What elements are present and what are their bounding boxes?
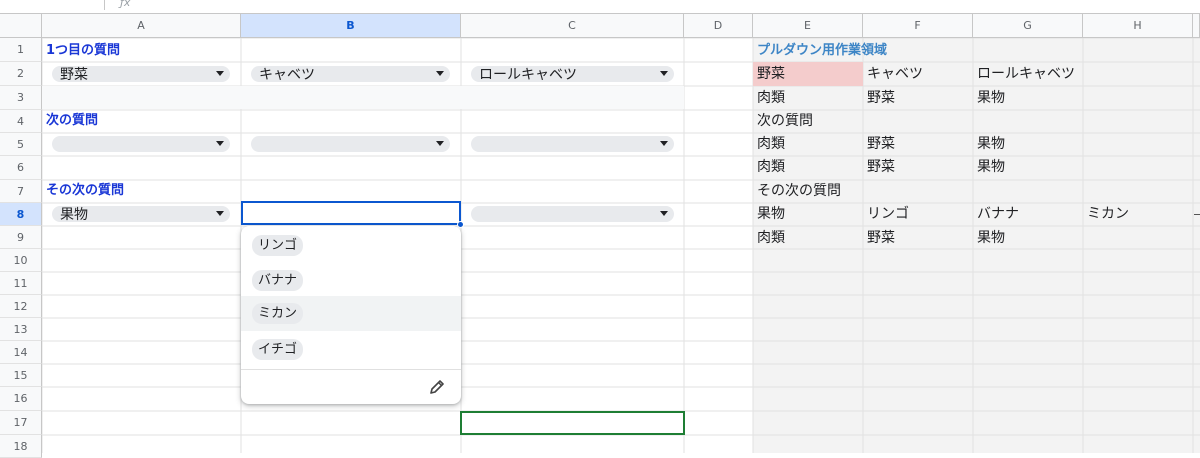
select-all-corner[interactable]: [0, 14, 42, 38]
work-cell-f3: 野菜: [867, 90, 895, 106]
chevron-down-icon: [216, 141, 224, 146]
work-cell-f2: キャベツ: [867, 66, 923, 82]
dropdown-c2-value: ロールキャベツ: [479, 67, 577, 83]
column-header-c[interactable]: C: [461, 14, 684, 38]
menu-option-apple[interactable]: リンゴ: [241, 228, 461, 263]
column-header-g[interactable]: G: [973, 14, 1083, 38]
dropdown-a8-value: 果物: [60, 207, 88, 223]
row-header-3[interactable]: 3: [0, 86, 42, 110]
chevron-down-icon: [436, 141, 444, 146]
work-cell-e6: 肉類: [757, 159, 785, 175]
work-cell-f6: 野菜: [867, 159, 895, 175]
pencil-icon[interactable]: [428, 378, 446, 396]
menu-option-strawberry[interactable]: イチゴ: [241, 332, 461, 367]
row-header-8[interactable]: 8: [0, 203, 42, 226]
highlighted-cell-c17[interactable]: [460, 411, 685, 435]
work-cell-e2: 野菜: [757, 66, 785, 82]
chevron-down-icon: [436, 71, 444, 76]
work-cell-e7: その次の質問: [757, 183, 841, 199]
menu-option-banana[interactable]: バナナ: [241, 263, 461, 298]
work-cell-h8: ミカン: [1087, 206, 1129, 222]
work-cell-g9: 果物: [977, 230, 1005, 246]
dropdown-a8[interactable]: 果物: [52, 206, 230, 223]
row-header-1[interactable]: 1: [0, 38, 42, 62]
heading-q3: その次の質問: [46, 183, 125, 198]
chevron-down-icon: [660, 211, 668, 216]
chevron-down-icon: [216, 211, 224, 216]
chevron-down-icon: [216, 71, 224, 76]
dropdown-b2[interactable]: キャベツ: [251, 66, 450, 83]
column-header-f[interactable]: F: [863, 14, 973, 38]
heading-q2: 次の質問: [46, 113, 99, 128]
row-header-13[interactable]: 13: [0, 318, 42, 341]
column-header-b[interactable]: B: [241, 14, 461, 38]
column-header-i[interactable]: [1193, 14, 1200, 38]
option-chip: バナナ: [252, 270, 304, 291]
dropdown-b2-value: キャベツ: [259, 67, 315, 83]
work-cell-f9: 野菜: [867, 230, 895, 246]
work-cell-e8: 果物: [757, 206, 785, 222]
dropdown-c5[interactable]: [471, 136, 674, 152]
row-header-2[interactable]: 2: [0, 62, 42, 86]
dropdown-a5[interactable]: [52, 136, 230, 152]
option-chip: ミカン: [252, 303, 304, 324]
work-cell-e3: 肉類: [757, 90, 785, 106]
row-header-12[interactable]: 12: [0, 295, 42, 318]
row-header-10[interactable]: 10: [0, 249, 42, 272]
menu-divider: [241, 369, 461, 370]
overflow-indicator: [1194, 214, 1200, 215]
row-header-14[interactable]: 14: [0, 341, 42, 364]
row-header-7[interactable]: 7: [0, 180, 42, 203]
work-cell-g6: 果物: [977, 159, 1005, 175]
row-header-18[interactable]: 18: [0, 435, 42, 458]
dropdown-b5[interactable]: [251, 136, 450, 152]
heading-work-area: プルダウン用作業領域: [757, 43, 888, 58]
work-cell-g2: ロールキャベツ: [977, 66, 1075, 82]
dropdown-a2[interactable]: 野菜: [52, 66, 230, 83]
row-header-11[interactable]: 11: [0, 272, 42, 295]
dropdown-a2-value: 野菜: [60, 67, 88, 83]
column-header-a[interactable]: A: [42, 14, 241, 38]
work-cell-g8: バナナ: [977, 206, 1019, 222]
work-cell-g5: 果物: [977, 136, 1005, 152]
row-header-17[interactable]: 17: [0, 411, 42, 435]
work-cell-e9: 肉類: [757, 230, 785, 246]
row-header-4[interactable]: 4: [0, 110, 42, 133]
work-cell-e4: 次の質問: [757, 113, 813, 129]
column-header-h[interactable]: H: [1083, 14, 1193, 38]
row-header-15[interactable]: 15: [0, 364, 42, 387]
column-header-d[interactable]: D: [684, 14, 753, 38]
work-cell-g3: 果物: [977, 90, 1005, 106]
work-cell-e5: 肉類: [757, 136, 785, 152]
menu-option-mandarin[interactable]: ミカン: [241, 296, 461, 331]
heading-q1: 1つ目の質問: [46, 43, 121, 58]
work-cell-f5: 野菜: [867, 136, 895, 152]
dropdown-c2[interactable]: ロールキャベツ: [471, 66, 674, 83]
chevron-down-icon: [660, 141, 668, 146]
row-header-16[interactable]: 16: [0, 387, 42, 411]
chevron-down-icon: [660, 71, 668, 76]
dropdown-c8[interactable]: [471, 206, 674, 222]
row-header-5[interactable]: 5: [0, 133, 42, 156]
row3-band: [42, 86, 684, 109]
row-header-6[interactable]: 6: [0, 156, 42, 180]
active-cell-b8-input[interactable]: [241, 201, 461, 225]
work-cell-f8: リンゴ: [867, 206, 909, 222]
column-header-e[interactable]: E: [753, 14, 863, 38]
dropdown-menu: リンゴ バナナ ミカン イチゴ: [241, 226, 461, 404]
option-chip: リンゴ: [252, 235, 304, 256]
row-header-9[interactable]: 9: [0, 226, 42, 249]
option-chip: イチゴ: [252, 339, 304, 360]
